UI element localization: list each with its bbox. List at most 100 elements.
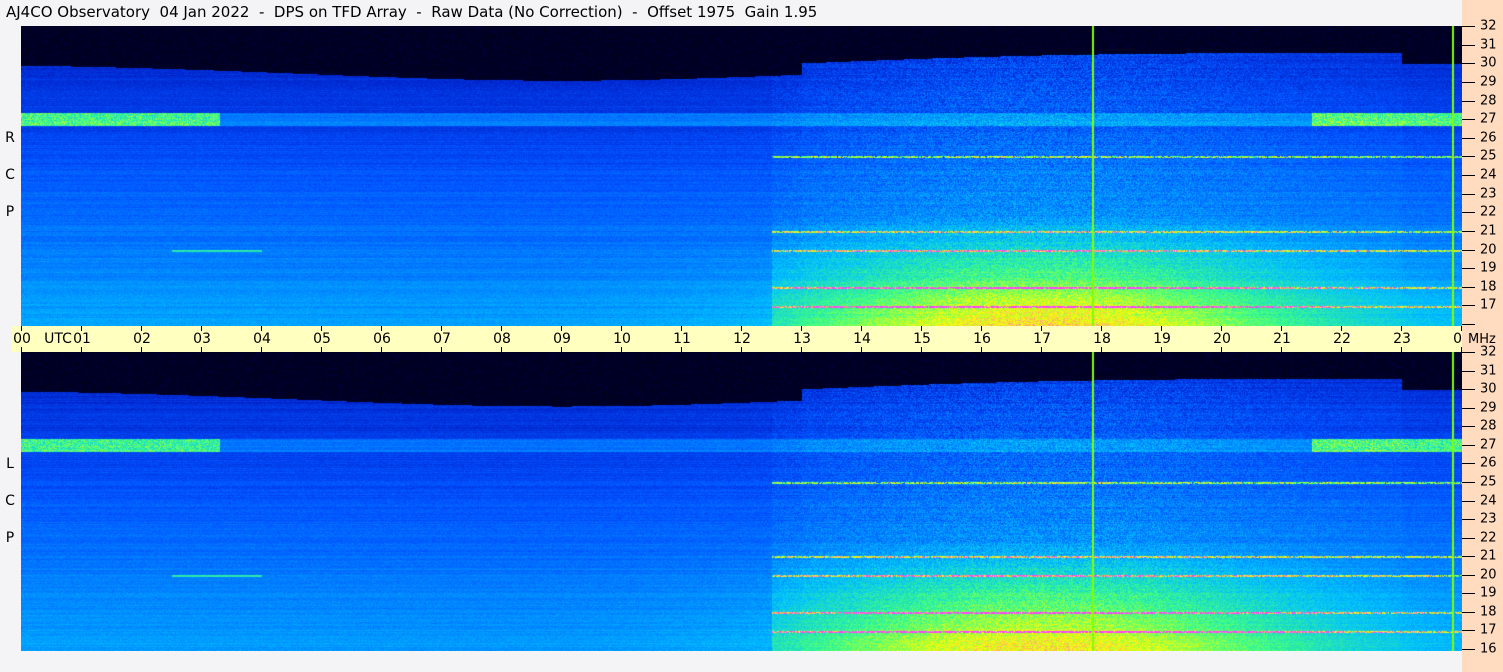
y-tick-label: 31 (1480, 363, 1497, 379)
x-tick (741, 347, 742, 352)
y-tick-label: 22 (1480, 530, 1497, 546)
y-tick-label: 18 (1480, 604, 1497, 620)
pol-letter: C (5, 493, 15, 509)
y-tick-label: 23 (1480, 511, 1497, 527)
x-tick-label: 16 (973, 331, 991, 347)
y-tick-label: 21 (1480, 223, 1497, 239)
x-tick-label: 05 (313, 331, 331, 347)
y-tick (1462, 324, 1475, 325)
x-tick-label: 07 (433, 331, 451, 347)
x-tick-label: 11 (673, 331, 691, 347)
x-tick-label: 10 (613, 331, 631, 347)
x-tick-label: 22 (1333, 331, 1351, 347)
y-tick (1462, 137, 1475, 139)
x-tick (1161, 347, 1162, 352)
x-tick-label: 01 (73, 331, 91, 347)
x-tick (801, 347, 802, 352)
x-tick (861, 347, 862, 352)
x-tick (141, 347, 142, 352)
y-tick-label: 17 (1480, 622, 1497, 638)
y-tick-label: 28 (1480, 93, 1497, 108)
y-tick (1462, 556, 1475, 558)
x-tick (1401, 347, 1402, 352)
y-tick (1462, 407, 1475, 409)
y-tick (1462, 444, 1475, 446)
x-tick-label: 13 (793, 331, 811, 347)
x-tick (561, 347, 562, 352)
y-tick (1462, 537, 1475, 539)
y-tick-label: 30 (1480, 55, 1497, 71)
x-tick (501, 347, 502, 352)
y-tick-label: 25 (1480, 148, 1497, 164)
y-tick (1462, 481, 1475, 483)
y-tick (1462, 100, 1475, 102)
x-tick-label: 21 (1273, 331, 1291, 347)
y-tick (1462, 44, 1475, 46)
x-tick-label: 18 (1093, 331, 1111, 347)
x-tick (921, 347, 922, 352)
y-tick (1462, 611, 1475, 613)
y-tick-label: 24 (1480, 493, 1497, 508)
x-tick (981, 347, 982, 352)
x-tick-label: 12 (733, 331, 751, 347)
pol-letter: P (5, 530, 15, 546)
x-tick (1041, 347, 1042, 352)
y-tick-label: 31 (1480, 37, 1497, 53)
x-tick (201, 347, 202, 352)
y-tick (1462, 463, 1475, 465)
x-tick-label: 03 (193, 331, 211, 347)
y-tick (1462, 81, 1475, 83)
y-tick-label: 19 (1480, 260, 1497, 276)
x-tick-label: 17 (1033, 331, 1051, 347)
y-tick (1462, 370, 1475, 372)
y-tick (1462, 630, 1475, 632)
time-axis: 00 01 02 03 04 05 06 07 08 09 10 11 12 13 14 15 16 17 18 19… (12, 326, 1471, 352)
x-tick-label: 00 (13, 331, 31, 347)
utc-label: UTC (44, 331, 72, 347)
y-tick (1462, 175, 1475, 176)
x-tick (1101, 347, 1102, 352)
y-tick-label: 19 (1480, 585, 1497, 601)
x-tick (381, 347, 382, 352)
y-tick-label: 29 (1480, 74, 1497, 90)
y-tick (1462, 352, 1475, 353)
y-tick-label: 28 (1480, 418, 1497, 434)
lcp-spectrogram (21, 352, 1462, 651)
y-tick-label: 26 (1480, 130, 1497, 146)
y-tick-label: 23 (1480, 186, 1497, 202)
rcp-label: R C P (3, 120, 17, 231)
y-tick (1462, 593, 1475, 595)
y-tick (1462, 426, 1475, 428)
rcp-spectrogram (21, 26, 1462, 326)
y-tick (1462, 249, 1475, 251)
y-tick (1462, 230, 1475, 232)
x-tick (681, 347, 682, 352)
y-tick-label: 27 (1480, 111, 1497, 127)
mhz-label: MHz (1468, 332, 1496, 347)
y-tick (1462, 305, 1475, 307)
y-tick (1462, 286, 1475, 288)
pol-letter: C (5, 167, 15, 183)
x-tick (261, 347, 262, 352)
y-tick-label: 16 (1480, 641, 1497, 657)
x-tick-label: 08 (493, 331, 511, 347)
y-tick-label: 32 (1480, 18, 1497, 34)
y-tick (1462, 156, 1475, 158)
x-tick-label: 04 (253, 331, 271, 347)
y-tick-label: 25 (1480, 474, 1497, 490)
y-tick (1462, 268, 1475, 270)
y-tick-label: 21 (1480, 548, 1497, 564)
y-tick (1462, 519, 1475, 521)
y-tick (1462, 574, 1475, 576)
pol-letter: P (5, 204, 15, 220)
y-tick-label: 29 (1480, 400, 1497, 416)
x-tick (441, 347, 442, 352)
y-tick (1462, 649, 1475, 650)
y-tick-label: 18 (1480, 279, 1497, 295)
y-tick (1462, 212, 1475, 214)
y-tick (1462, 63, 1475, 65)
y-tick (1462, 500, 1475, 502)
x-tick-label: 23 (1393, 331, 1411, 347)
x-tick-label: 09 (553, 331, 571, 347)
y-tick (1462, 193, 1475, 195)
